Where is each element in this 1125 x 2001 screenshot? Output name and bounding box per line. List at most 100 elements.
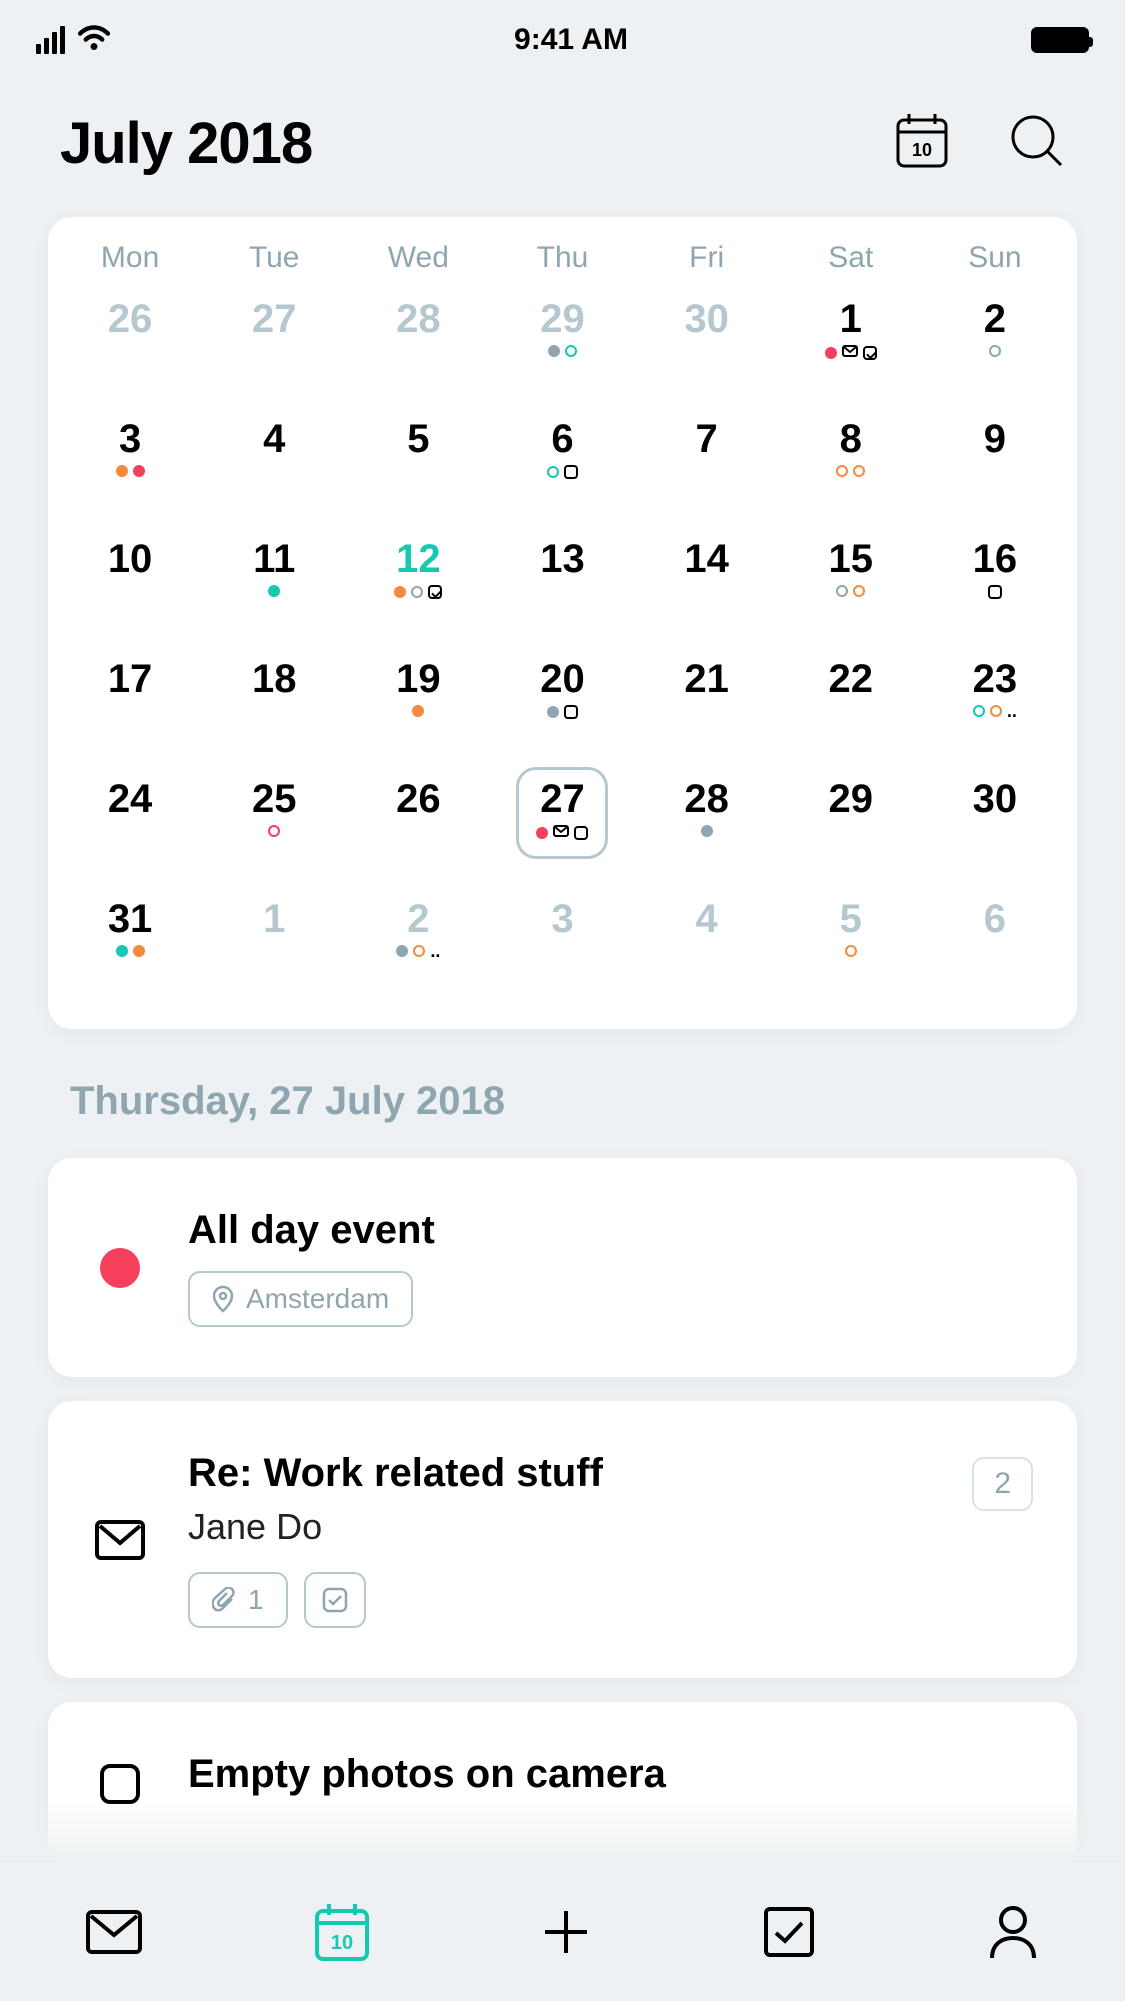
day-number: 18	[252, 659, 297, 699]
calendar-day[interactable]: 28	[635, 779, 779, 875]
calendar-day[interactable]: 16	[923, 539, 1067, 635]
calendar-day[interactable]: 3	[490, 899, 634, 995]
today-button[interactable]: 10	[895, 112, 949, 175]
calendar-day[interactable]: 9	[923, 419, 1067, 515]
calendar-day[interactable]: 5	[346, 419, 490, 515]
day-indicators: ..	[973, 705, 1017, 717]
calendar-day[interactable]: 2	[923, 299, 1067, 395]
battery-icon	[1031, 27, 1089, 53]
calendar-day[interactable]: 1	[202, 899, 346, 995]
calendar-day[interactable]: 15	[779, 539, 923, 635]
day-number: 1	[263, 899, 285, 939]
calendar-day[interactable]: 29	[490, 299, 634, 395]
calendar-day[interactable]: 19	[346, 659, 490, 755]
search-button[interactable]	[1009, 113, 1065, 174]
calendar-day[interactable]: 2..	[346, 899, 490, 995]
calendar-day[interactable]: 6	[490, 419, 634, 515]
calendar-day[interactable]: 22	[779, 659, 923, 755]
day-number: 3	[551, 899, 573, 939]
calendar-day[interactable]: 17	[58, 659, 202, 755]
tab-calendar[interactable]: 10	[313, 1901, 371, 1963]
item-sender: Jane Do	[188, 1506, 932, 1548]
item-title: Re: Work related stuff	[188, 1451, 932, 1496]
location-chip[interactable]: Amsterdam	[188, 1271, 413, 1327]
day-indicators	[394, 585, 442, 599]
day-number: 17	[108, 659, 153, 699]
day-number: 21	[684, 659, 729, 699]
day-number: 7	[696, 419, 718, 459]
tab-profile[interactable]	[986, 1904, 1040, 1960]
wifi-icon	[77, 25, 111, 56]
weekday-label: Thu	[490, 241, 634, 275]
calendar-day[interactable]: 5	[779, 899, 923, 995]
calendar-day[interactable]: 30	[923, 779, 1067, 875]
header: July 2018 10	[0, 60, 1125, 217]
day-number: 13	[540, 539, 585, 579]
calendar-day[interactable]: 1	[779, 299, 923, 395]
calendar-day[interactable]: 4	[635, 899, 779, 995]
calendar-day[interactable]: 26	[346, 779, 490, 875]
status-time: 9:41 AM	[514, 23, 628, 57]
calendar-day[interactable]: 24	[58, 779, 202, 875]
day-number: 14	[684, 539, 729, 579]
agenda-item[interactable]: All day eventAmsterdam	[48, 1158, 1077, 1377]
calendar-day[interactable]: 25	[202, 779, 346, 875]
day-indicators	[412, 705, 424, 717]
tab-add[interactable]	[541, 1907, 591, 1957]
calendar-day[interactable]: 13	[490, 539, 634, 635]
calendar-day[interactable]: 23..	[923, 659, 1067, 755]
calendar-day[interactable]: 4	[202, 419, 346, 515]
day-number: 30	[973, 779, 1018, 819]
page-title: July 2018	[60, 110, 312, 177]
day-number: 22	[829, 659, 874, 699]
selected-date-heading: Thursday, 27 July 2018	[0, 1029, 1125, 1158]
task-chip[interactable]	[304, 1572, 366, 1628]
mail-icon	[95, 1520, 145, 1560]
day-indicators	[548, 345, 577, 357]
calendar-day[interactable]: 14	[635, 539, 779, 635]
tab-mail[interactable]	[85, 1909, 143, 1955]
day-number: 15	[829, 539, 874, 579]
calendar-day[interactable]: 12	[346, 539, 490, 635]
calendar-day[interactable]: 30	[635, 299, 779, 395]
calendar-day[interactable]: 21	[635, 659, 779, 755]
tab-tasks[interactable]	[762, 1905, 816, 1959]
day-number: 9	[984, 419, 1006, 459]
day-indicators	[268, 585, 280, 597]
status-bar: 9:41 AM	[0, 0, 1125, 60]
day-number: 23	[973, 659, 1018, 699]
day-indicators	[989, 345, 1001, 357]
calendar-day[interactable]: 26	[58, 299, 202, 395]
calendar-day[interactable]: 11	[202, 539, 346, 635]
day-number: 16	[973, 539, 1018, 579]
agenda-item[interactable]: Re: Work related stuffJane Do12	[48, 1401, 1077, 1678]
weekday-label: Tue	[202, 241, 346, 275]
day-number: 28	[396, 299, 441, 339]
calendar-day[interactable]: 27	[202, 299, 346, 395]
agenda-item[interactable]: Empty photos on camera	[48, 1702, 1077, 1865]
day-number: 4	[696, 899, 718, 939]
checkbox-icon[interactable]	[100, 1764, 140, 1804]
calendar-day[interactable]: 3	[58, 419, 202, 515]
day-number: 26	[108, 299, 153, 339]
calendar-day[interactable]: 8	[779, 419, 923, 515]
calendar-day[interactable]: 7	[635, 419, 779, 515]
calendar-day[interactable]: 18	[202, 659, 346, 755]
calendar-day[interactable]: 28	[346, 299, 490, 395]
day-indicators	[116, 945, 145, 957]
weekday-label: Wed	[346, 241, 490, 275]
calendar-day[interactable]: 20	[490, 659, 634, 755]
attachment-chip[interactable]: 1	[188, 1572, 288, 1628]
calendar-day[interactable]: 31	[58, 899, 202, 995]
day-number: 19	[396, 659, 441, 699]
day-indicators	[701, 825, 713, 837]
day-number: 28	[684, 779, 729, 819]
calendar-day[interactable]: 27	[490, 779, 634, 875]
day-number: 8	[840, 419, 862, 459]
calendar-grid: MonTueWedThuFriSatSun 262728293012345678…	[48, 217, 1077, 1029]
calendar-day[interactable]: 6	[923, 899, 1067, 995]
calendar-day[interactable]: 10	[58, 539, 202, 635]
calendar-day[interactable]: 29	[779, 779, 923, 875]
weekday-label: Sat	[779, 241, 923, 275]
day-number: 27	[252, 299, 297, 339]
